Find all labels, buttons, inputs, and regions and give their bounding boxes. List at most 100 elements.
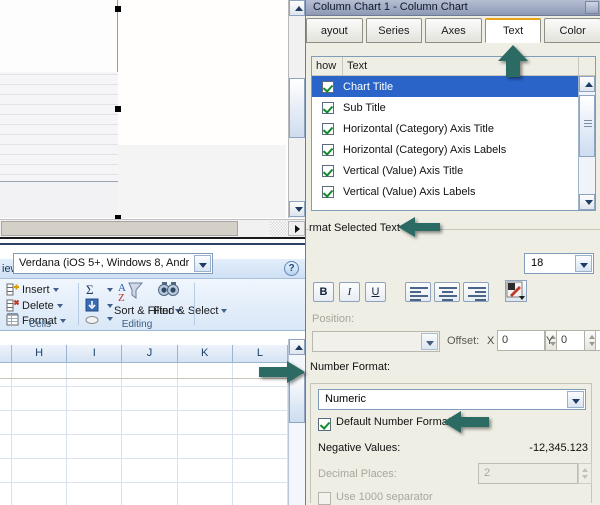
scrollbar-thumb[interactable] [289, 78, 305, 138]
scroll-down-button[interactable] [579, 194, 595, 210]
list-item[interactable]: Vertical (Value) Axis Labels [312, 181, 579, 202]
default-number-format-checkbox[interactable] [318, 418, 331, 431]
chart-selection-handle[interactable] [115, 106, 121, 112]
checkbox-checked-icon[interactable] [321, 101, 334, 114]
font-family-value: Verdana (iOS 5+, Windows 8, Andrc [19, 257, 189, 269]
window-restore-icon[interactable] [585, 1, 599, 14]
ribbon-group-editing: Σ A Z Sort & Filter Find & Select Editin… [82, 279, 228, 331]
chart-category-axis [0, 181, 118, 182]
grid-row[interactable] [0, 459, 289, 483]
grid-row[interactable] [0, 435, 289, 459]
checkbox-checked-icon[interactable] [321, 80, 334, 93]
tab-axes[interactable]: Axes [425, 18, 482, 43]
list-item-checkbox-cell[interactable] [312, 164, 343, 177]
checkbox-checked-icon[interactable] [321, 122, 334, 135]
grid-row[interactable] [0, 483, 289, 505]
scroll-up-button[interactable] [579, 76, 595, 92]
fill-down-icon[interactable] [85, 298, 99, 312]
ribbon-group-title: Editing [121, 319, 153, 330]
scroll-down-button[interactable] [289, 201, 305, 217]
column-header-i[interactable]: I [67, 345, 123, 362]
ribbon-item-insert[interactable]: Insert [22, 284, 59, 296]
list-item-checkbox-cell[interactable] [312, 122, 343, 135]
column-header[interactable] [0, 345, 12, 362]
align-center-icon[interactable] [434, 282, 460, 302]
chart-sheet-vertical-scrollbar[interactable] [288, 0, 305, 218]
ribbon-item-sort-filter[interactable]: Sort & Filter [114, 305, 182, 317]
offset-x-value: 0 [502, 334, 509, 346]
scrollbar-thumb[interactable] [1, 221, 238, 236]
chart-selection-handle[interactable] [115, 6, 121, 12]
help-question-icon[interactable]: ? [284, 261, 299, 276]
list-item-checkbox-cell[interactable] [312, 101, 343, 114]
chevron-down-icon[interactable] [194, 255, 211, 272]
decimal-places-label: Decimal Places: [318, 468, 397, 480]
tab-text[interactable]: Text [484, 18, 542, 43]
tab-color[interactable]: Color [544, 18, 600, 43]
dialog-title-bar[interactable]: Column Chart 1 - Column Chart [306, 0, 600, 16]
column-header-j[interactable]: J [122, 345, 178, 362]
scroll-up-arrow-icon [295, 6, 303, 11]
chart-sheet-horizontal-scrollbar[interactable] [0, 219, 305, 237]
scroll-right-button[interactable] [288, 221, 305, 236]
tab-series[interactable]: Series [365, 18, 423, 43]
chevron-down-icon[interactable] [575, 255, 592, 272]
scrollbar-track[interactable] [270, 221, 287, 236]
chevron-down-icon[interactable] [107, 304, 113, 308]
ribbon-item-label: Insert [22, 284, 50, 296]
spreadsheet-vertical-scrollbar[interactable] [288, 339, 305, 505]
ribbon-group-separator [194, 283, 195, 325]
align-left-icon[interactable] [405, 282, 431, 302]
list-item-checkbox-cell[interactable] [312, 143, 343, 156]
chevron-down-icon[interactable] [421, 333, 438, 350]
autosum-sigma-icon[interactable]: Σ [86, 282, 100, 297]
text-elements-list[interactable]: how Text Chart Title Sub Title Horizonta… [311, 56, 596, 211]
ribbon-item-delete[interactable]: Delete [22, 300, 63, 312]
list-vertical-scrollbar[interactable] [578, 76, 595, 210]
checkbox-checked-icon[interactable] [321, 185, 334, 198]
list-body: Chart Title Sub Title Horizontal (Catego… [312, 76, 579, 210]
grid-row[interactable] [0, 411, 289, 435]
grid-row[interactable] [0, 363, 289, 387]
list-item-checkbox-cell[interactable] [312, 80, 343, 93]
checkbox-checked-icon[interactable] [321, 164, 334, 177]
font-family-select[interactable]: Verdana (iOS 5+, Windows 8, Andrc [13, 253, 213, 274]
font-size-select[interactable]: 18 [524, 253, 594, 274]
position-select[interactable] [312, 331, 440, 352]
list-column-header-text[interactable]: Text [343, 57, 579, 75]
list-column-header-pad [579, 57, 595, 75]
list-item[interactable]: Horizontal (Category) Axis Labels [312, 139, 579, 160]
offset-x-input[interactable]: 0 [497, 330, 545, 351]
font-color-picker-icon[interactable] [505, 280, 527, 302]
list-item[interactable]: Chart Title [312, 76, 579, 97]
chevron-down-icon[interactable] [567, 391, 584, 408]
list-item[interactable]: Vertical (Value) Axis Title [312, 160, 579, 181]
list-item-checkbox-cell[interactable] [312, 185, 343, 198]
sort-filter-icon: A Z [118, 281, 144, 304]
list-item[interactable]: Horizontal (Category) Axis Title [312, 118, 579, 139]
column-header-l[interactable]: L [233, 345, 289, 362]
default-number-format-label[interactable]: Default Number Format [336, 416, 451, 428]
scroll-up-button[interactable] [289, 339, 305, 355]
underline-button[interactable]: U [365, 282, 386, 302]
negative-values-label: Negative Values: [318, 442, 401, 454]
column-header-h[interactable]: H [12, 345, 68, 362]
scroll-up-button[interactable] [289, 0, 305, 16]
scrollbar-thumb[interactable] [579, 95, 595, 157]
list-column-header-show[interactable]: how [312, 57, 343, 75]
offset-y-stepper[interactable] [584, 330, 596, 351]
chevron-down-icon[interactable] [107, 288, 113, 292]
tab-layout[interactable]: ayout [306, 18, 363, 43]
list-item[interactable]: Sub Title [312, 97, 579, 118]
checkbox-checked-icon[interactable] [321, 143, 334, 156]
ribbon-item-find-select[interactable]: Find & Select [153, 305, 228, 317]
grid-row[interactable] [0, 387, 289, 411]
scrollbar-thumb[interactable] [289, 373, 305, 423]
number-format-select[interactable]: Numeric [318, 389, 586, 410]
column-chart[interactable]: 4 5 [0, 0, 118, 218]
align-right-icon[interactable] [463, 282, 489, 302]
excel-window-pane: iew ? Insert Delete Format Cells Σ A Z S… [0, 245, 305, 505]
italic-button[interactable]: I [339, 282, 360, 302]
column-header-k[interactable]: K [178, 345, 233, 362]
bold-button[interactable]: B [313, 282, 334, 302]
